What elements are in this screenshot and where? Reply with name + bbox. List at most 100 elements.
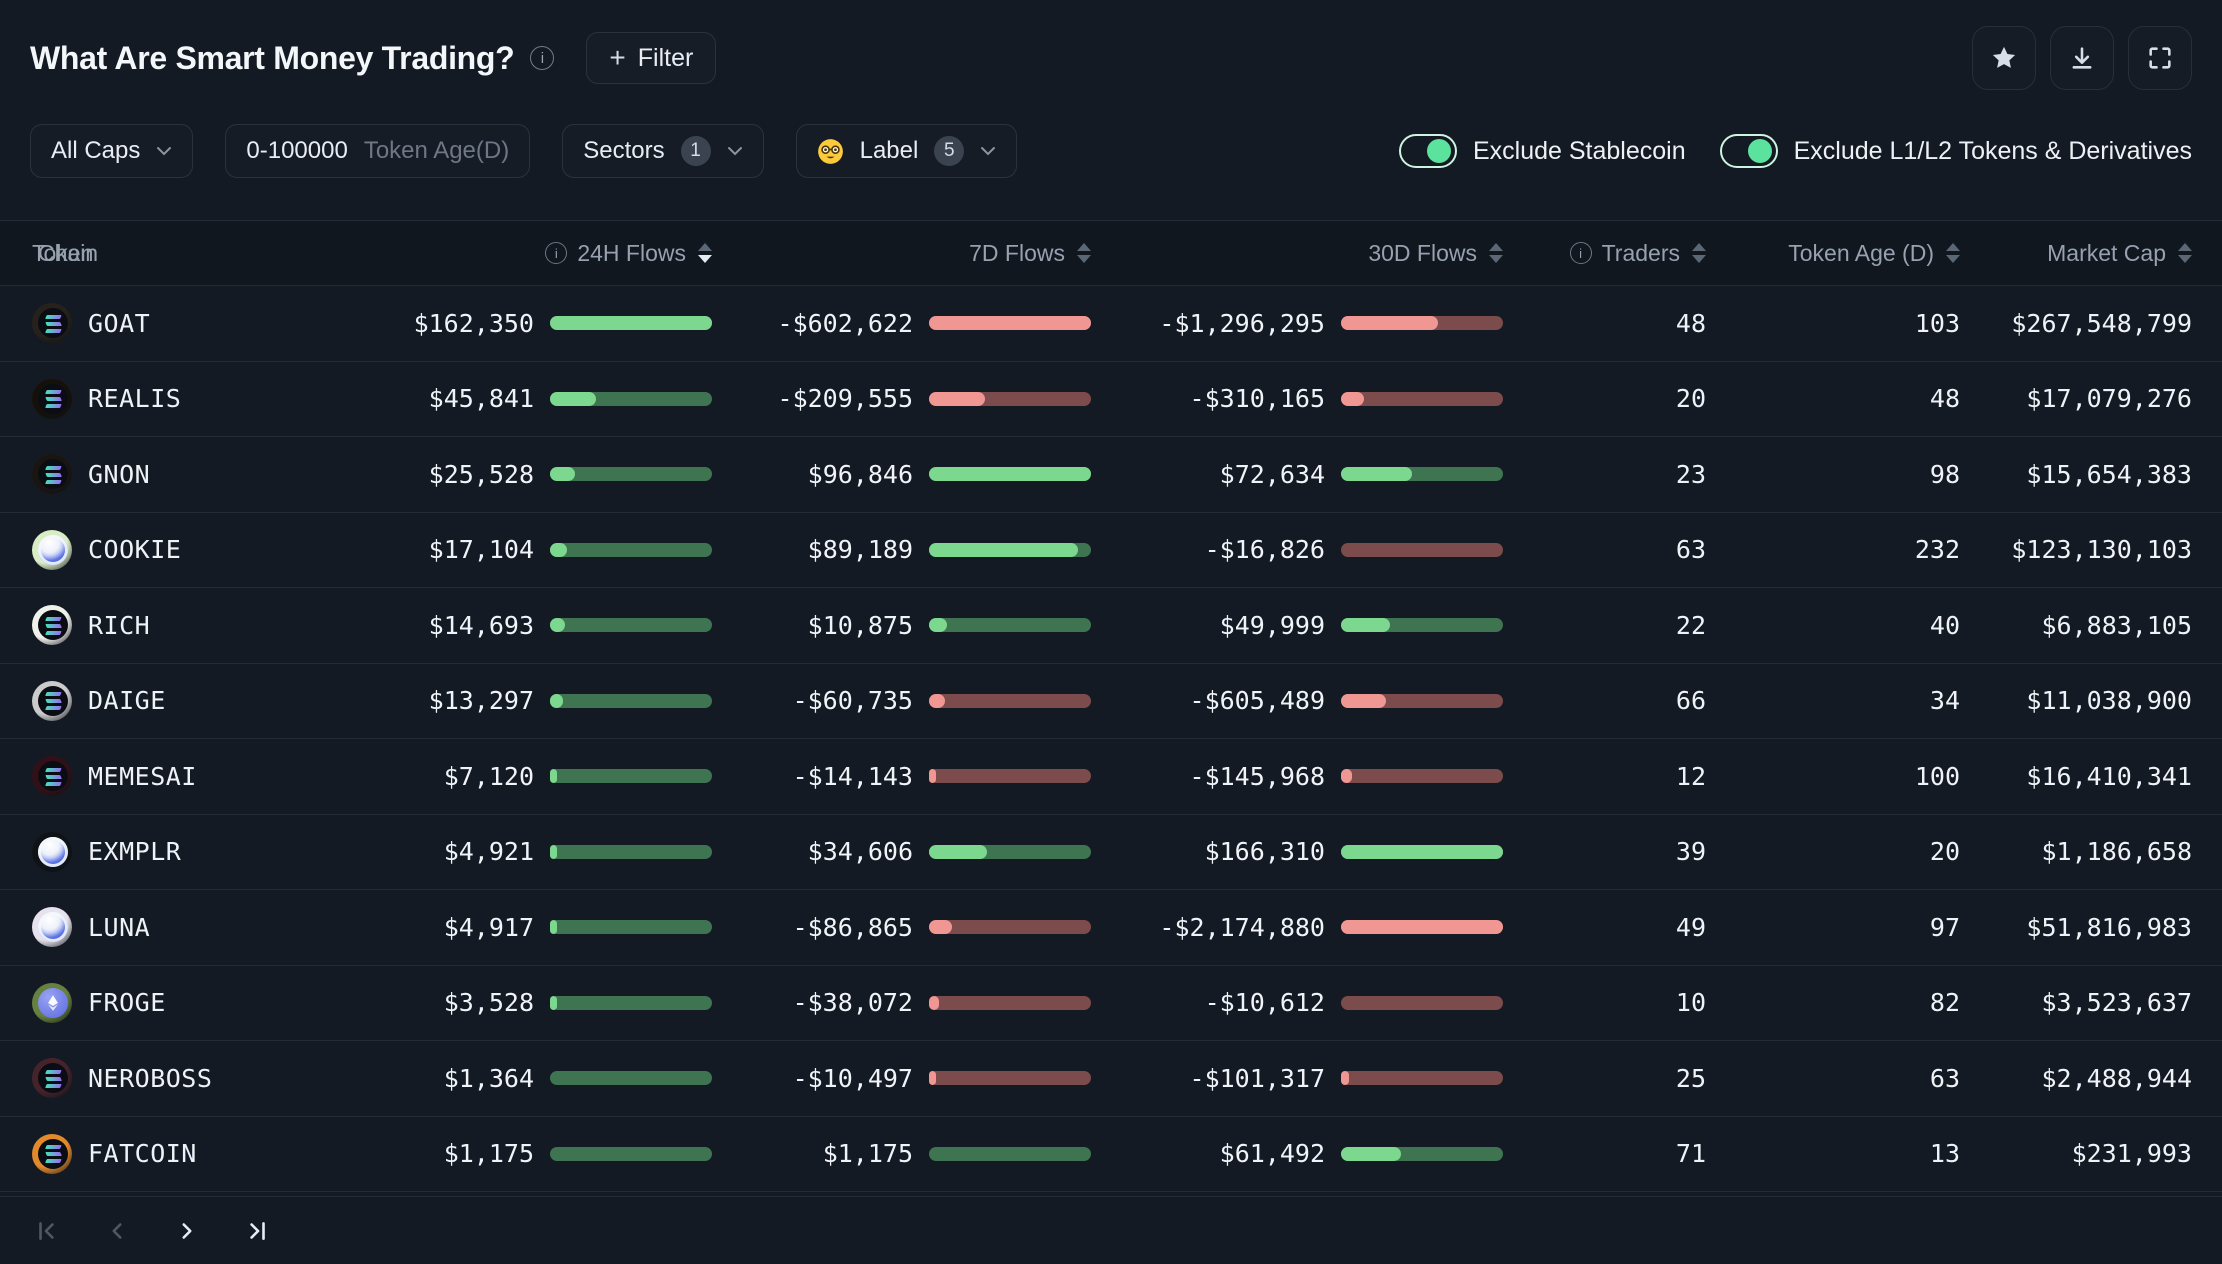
market-cap-value: $17,079,276 (2026, 384, 2192, 414)
exclude-stablecoin-toggle[interactable] (1398, 134, 1457, 168)
token-cell[interactable]: CCOOKIE (32, 529, 300, 570)
flows-7d-cell: -$86,865 (712, 913, 1091, 942)
token-cell[interactable]: EEXMPLR (32, 831, 300, 872)
table-row[interactable]: DDAIGE $13,297 -$60,735 -$605,489 66 34 $11,03… (0, 664, 2222, 739)
toggle-knob (1426, 139, 1451, 163)
favorite-button[interactable] (1972, 26, 2036, 90)
flows-7d-cell: -$38,072 (712, 988, 1091, 1017)
column-label: Market Cap (2047, 239, 2166, 266)
token-age-filter[interactable]: 0-100000 Token Age(D) (225, 124, 531, 178)
token-age-value: 40 (1929, 610, 1960, 640)
flows-7d-value: $1,175 (822, 1139, 913, 1169)
traders-value: 66 (1675, 686, 1706, 716)
top-bar: What Are Smart Money Trading? i + Filter (0, 0, 2222, 90)
table-row[interactable]: EEXMPLR $4,921 $34,606 $166,310 39 20 $1,186,6… (0, 815, 2222, 890)
flows-24h-cell: $13,297 (300, 686, 712, 715)
chain-icon-blue-orb (38, 836, 68, 867)
sort-arrows-icon[interactable] (1692, 243, 1706, 263)
token-name: EXMPLR (88, 837, 182, 867)
token-cell[interactable]: LLUNA (32, 907, 300, 948)
column-header-f30[interactable]: 30D Flows (1091, 240, 1503, 267)
table-row[interactable]: LLUNA $4,917 -$86,865 -$2,174,880 49 97 $51,81… (0, 890, 2222, 966)
column-label: 30D Flows (1368, 239, 1477, 266)
smart-money-dashboard: What Are Smart Money Trading? i + Filter… (0, 0, 2222, 1264)
toggle-knob (1747, 139, 1772, 163)
token-cell[interactable]: RREALIS (32, 378, 300, 419)
table-row[interactable]: NNEROBOSS $1,364 -$10,497 -$101,317 25 63 $2,4… (0, 1041, 2222, 1117)
sort-arrows-icon[interactable] (2178, 243, 2192, 263)
column-header-f7[interactable]: 7D Flows (712, 240, 1091, 267)
sectors-dropdown[interactable]: Sectors 1 (562, 124, 764, 178)
flows-30d-cell: $166,310 (1091, 837, 1503, 866)
traders-value: 20 (1675, 384, 1706, 414)
token-name: COOKIE (88, 535, 182, 565)
market-cap-value: $6,883,105 (2041, 610, 2192, 640)
token-cell[interactable]: MMEMESAI (32, 756, 300, 797)
traders-value: 71 (1675, 1139, 1706, 1169)
token-name: DAIGE (88, 686, 166, 716)
table-row[interactable]: FFROGE $3,528 -$38,072 -$10,612 10 82 $3,523,6… (0, 966, 2222, 1041)
token-cell[interactable]: RRICH (32, 605, 300, 646)
title-info-icon[interactable]: i (530, 46, 555, 70)
filter-button[interactable]: + Filter (586, 32, 717, 84)
column-header-f24[interactable]: i 24H Flows (300, 240, 712, 267)
sort-arrows-icon[interactable] (1489, 243, 1503, 263)
token-cell[interactable]: GGNON (32, 454, 300, 495)
table-row[interactable]: GGNON $25,528 $96,846 $72,634 23 98 $15,654,38… (0, 437, 2222, 513)
sort-arrows-icon[interactable] (1946, 243, 1960, 263)
flows-7d-value: $89,189 (807, 535, 913, 565)
table-row[interactable]: CCOOKIE $17,104 $89,189 -$16,826 63 232 $123,1… (0, 513, 2222, 588)
column-header-age[interactable]: Token Age (D) (1706, 240, 1960, 267)
exclude-l1l2-toggle-group[interactable]: Exclude L1/L2 Tokens & Derivatives (1719, 134, 2192, 168)
filter-bar: All Caps 0-100000 Token Age(D) Sectors 1… (0, 90, 2222, 178)
token-name: MEMESAI (88, 761, 197, 791)
market-cap-value: $15,654,383 (2026, 459, 2192, 489)
table-row[interactable]: FFATCOIN $1,175 $1,175 $61,492 71 13 $231,993 (0, 1117, 2222, 1192)
token-cell[interactable]: FFATCOIN (32, 1133, 300, 1174)
fullscreen-button[interactable] (2128, 26, 2192, 90)
table-row[interactable]: RRICH $14,693 $10,875 $49,999 22 40 $6,883,105 (0, 588, 2222, 664)
exclude-l1l2-toggle[interactable] (1719, 134, 1778, 168)
table-row[interactable]: GGOAT $162,350 -$602,622 -$1,296,295 48 103 $2… (0, 286, 2222, 362)
pagination (0, 1196, 2222, 1264)
flows-7d-bar (929, 467, 1091, 482)
table-row[interactable]: RREALIS $45,841 -$209,555 -$310,165 20 48 $17,… (0, 362, 2222, 437)
flows-30d-value: -$101,317 (1189, 1063, 1325, 1093)
token-cell[interactable]: GGOAT (32, 303, 300, 344)
flows-30d-value: -$605,489 (1189, 686, 1325, 716)
flows-30d-cell: -$145,968 (1091, 762, 1503, 791)
flows-30d-cell: $61,492 (1091, 1139, 1503, 1168)
token-cell[interactable]: DDAIGE (32, 680, 300, 721)
all-caps-dropdown[interactable]: All Caps (30, 124, 194, 178)
column-header-traders[interactable]: i Traders (1503, 240, 1706, 267)
token-name: GOAT (88, 308, 151, 338)
chain-icon-solana (38, 685, 68, 716)
info-icon: i (545, 242, 568, 264)
chain-icon-solana (38, 383, 68, 414)
flows-7d-cell: $34,606 (712, 837, 1091, 866)
sort-arrows-icon[interactable] (1077, 243, 1091, 263)
download-button[interactable] (2050, 26, 2114, 90)
token-age-value: 48 (1929, 384, 1960, 414)
sort-arrows-icon[interactable] (698, 243, 712, 263)
flows-30d-bar (1341, 467, 1503, 482)
fullscreen-icon (2149, 47, 2171, 69)
last-page-button[interactable] (240, 1214, 274, 1248)
token-age-value: 98 (1929, 459, 1960, 489)
chevron-down-icon (981, 147, 996, 156)
token-cell[interactable]: FFROGE (32, 982, 300, 1023)
table-body: GGOAT $162,350 -$602,622 -$1,296,295 48 103 $2… (0, 286, 2222, 1192)
first-page-button[interactable] (30, 1214, 64, 1248)
flows-30d-cell: $72,634 (1091, 460, 1503, 489)
token-cell[interactable]: NNEROBOSS (32, 1058, 300, 1099)
label-dropdown[interactable]: Label 5 (795, 124, 1018, 178)
exclude-l1l2-label: Exclude L1/L2 Tokens & Derivatives (1793, 136, 2192, 165)
flows-30d-cell: -$1,296,295 (1091, 309, 1503, 338)
exclude-stablecoin-toggle-group[interactable]: Exclude Stablecoin (1398, 134, 1686, 168)
flows-24h-bar (550, 391, 712, 406)
column-header-mcap[interactable]: Market Cap (1960, 240, 2192, 267)
table-row[interactable]: MMEMESAI $7,120 -$14,143 -$145,968 12 100 $16,… (0, 739, 2222, 815)
prev-page-button[interactable] (100, 1214, 134, 1248)
flows-7d-bar (929, 618, 1091, 633)
next-page-button[interactable] (170, 1214, 204, 1248)
